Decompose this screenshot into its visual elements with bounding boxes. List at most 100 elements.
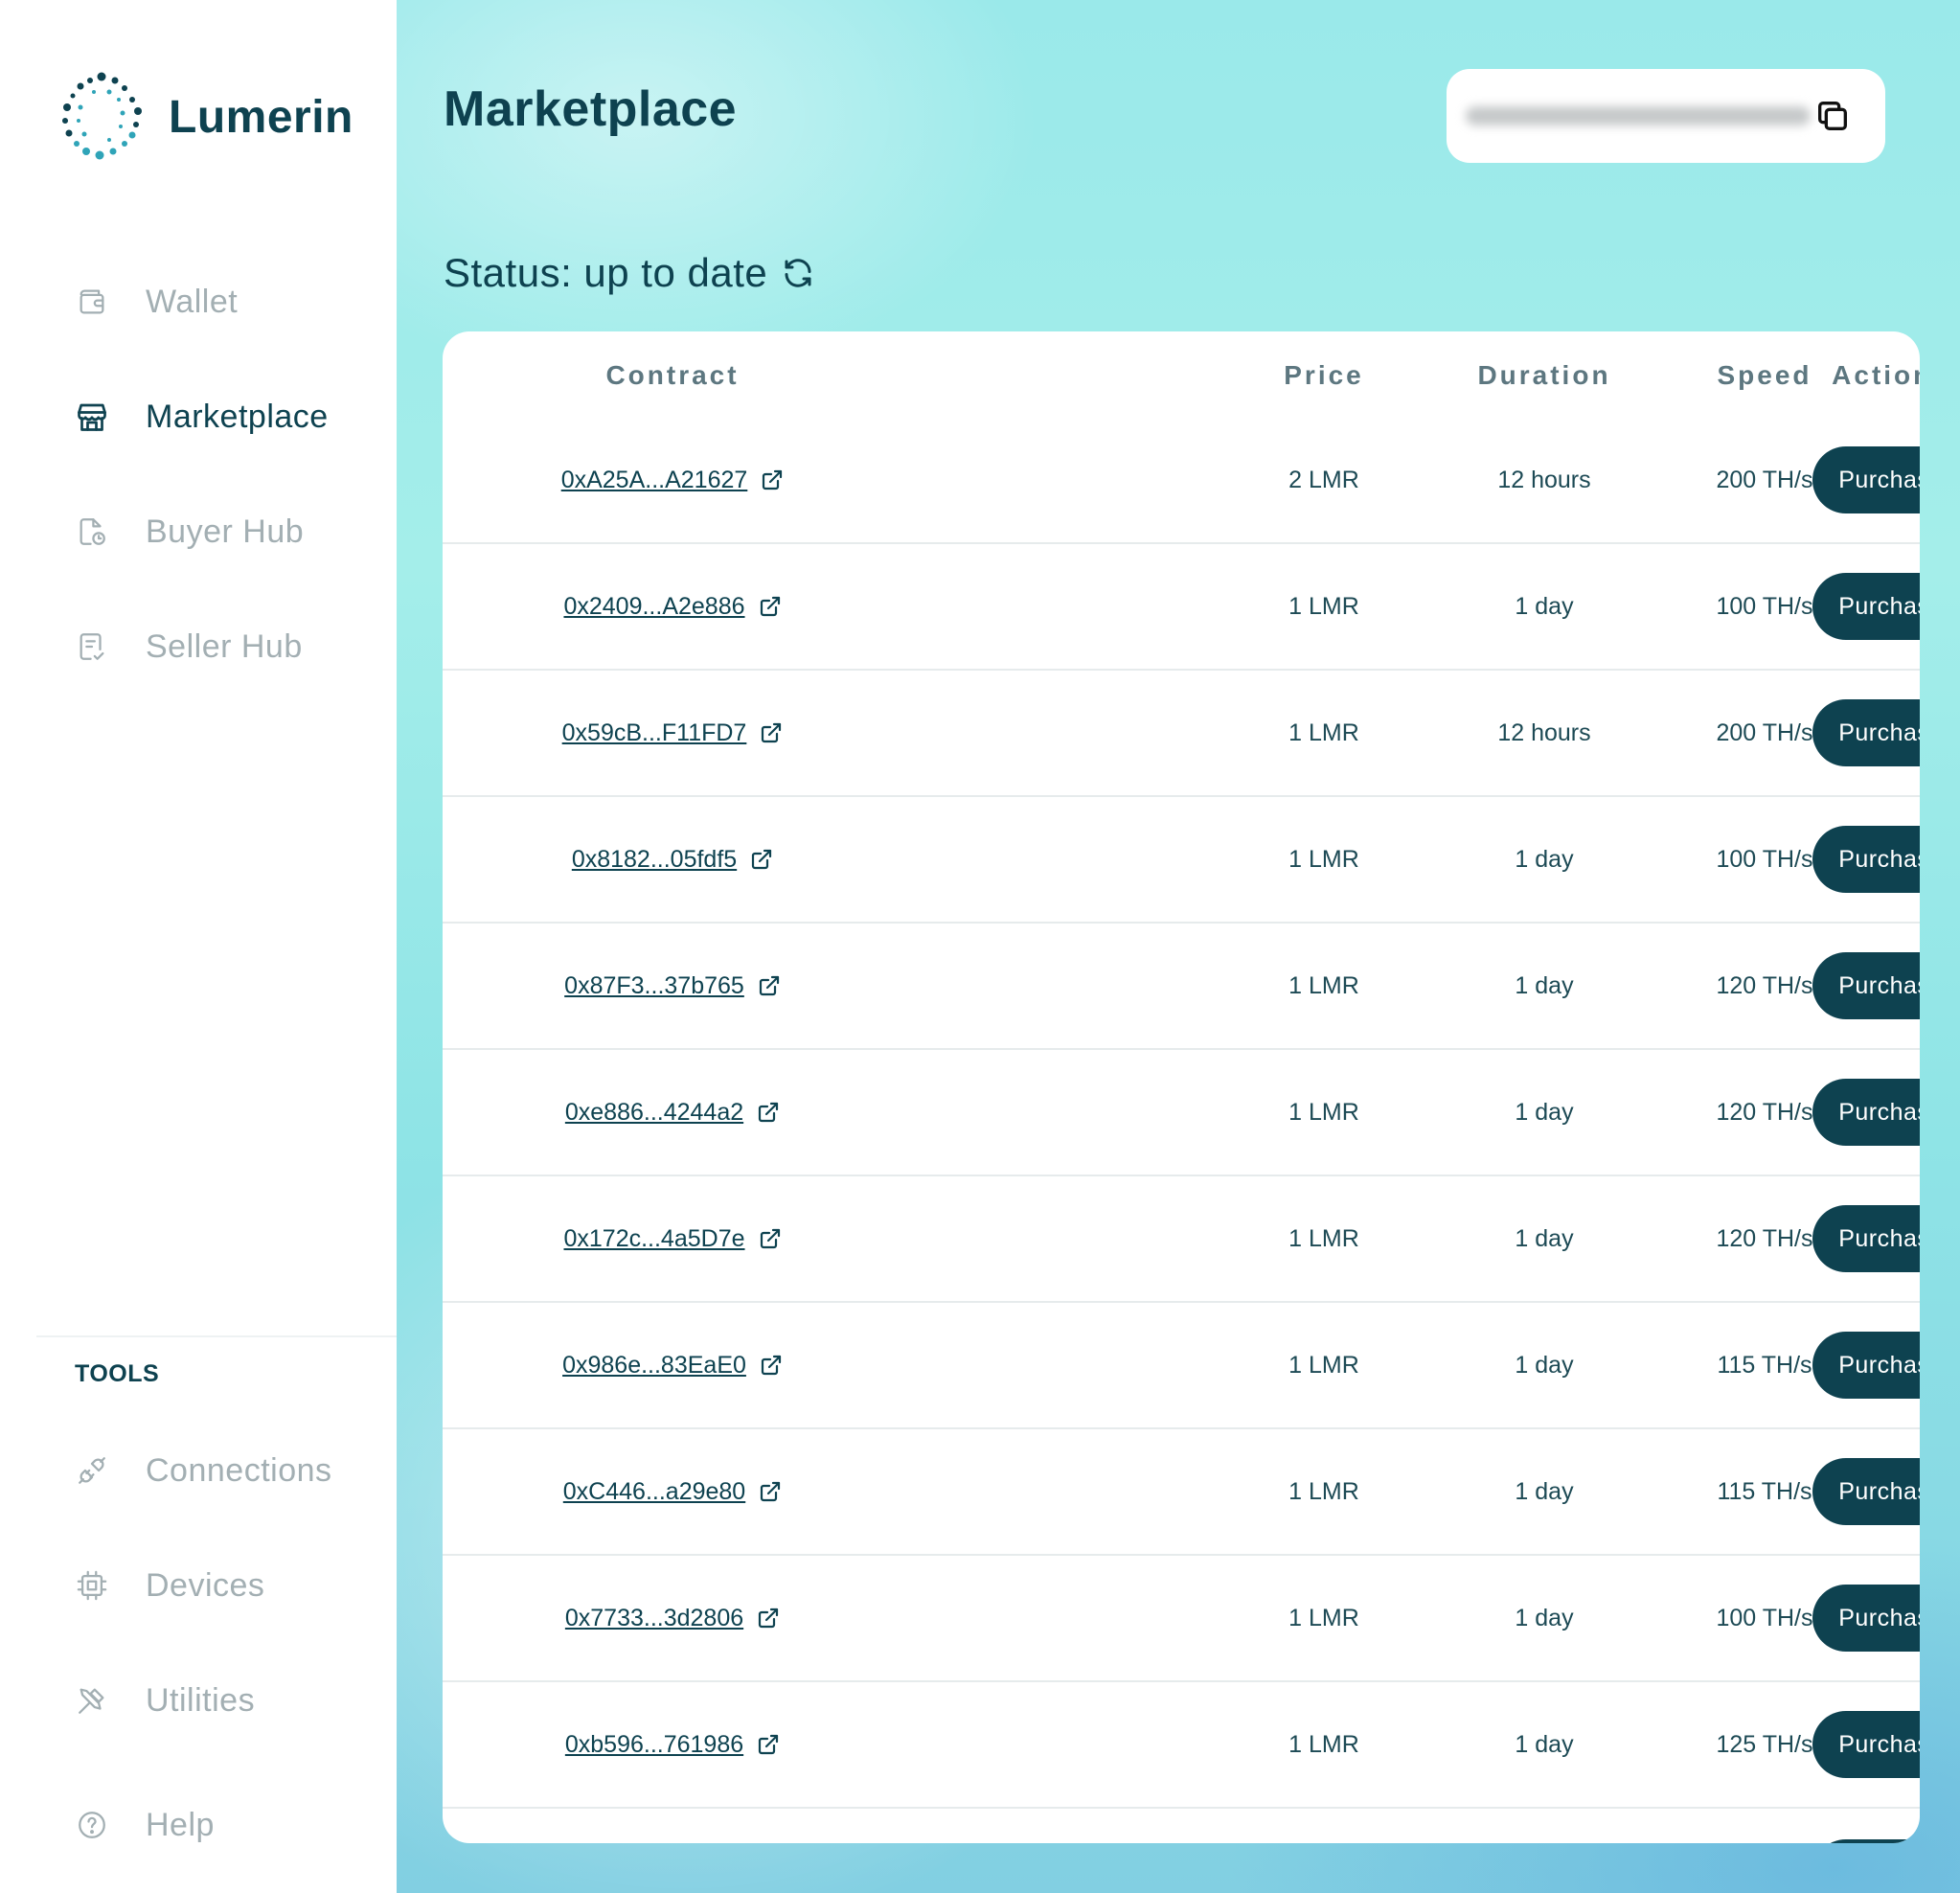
cell-duration: 1 day	[1515, 1351, 1574, 1379]
contract-link[interactable]: 0x8182...05fdf5	[572, 846, 773, 874]
help-icon	[73, 1806, 111, 1844]
brand-name: Lumerin	[169, 91, 353, 143]
seller-hub-icon	[73, 627, 111, 666]
cell-price: 1 LMR	[1288, 592, 1359, 620]
purchase-button[interactable]: Purchase	[1812, 826, 1920, 893]
page-title: Marketplace	[444, 81, 738, 137]
cell-contract: 0x172c...4a5D7e	[481, 1176, 864, 1301]
contract-link[interactable]: 0xb596...761986	[565, 1731, 780, 1759]
contract-address: 0x87F3...37b765	[564, 971, 744, 999]
cell-contract: 0xe886...4244a2	[481, 1050, 864, 1175]
copy-icon	[1818, 102, 1847, 130]
purchase-button[interactable]: Purchase	[1812, 1205, 1920, 1272]
table-row-partial	[1812, 1839, 1920, 1843]
contract-link[interactable]: 0x172c...4a5D7e	[563, 1225, 781, 1253]
lumerin-logo-icon	[62, 72, 142, 160]
contract-link[interactable]: 0x7733...3d2806	[565, 1605, 780, 1632]
external-link-icon	[761, 468, 784, 491]
sidebar-item-utilities[interactable]: Utilities	[73, 1672, 255, 1729]
cell-contract: 0xA25A...A21627	[481, 418, 864, 542]
table-row: 0x8182...05fdf51 LMR1 day100 TH/sPurchas…	[443, 797, 1920, 924]
contract-link[interactable]: 0x2409...A2e886	[563, 593, 781, 621]
cell-actions: Purchase	[1632, 924, 1920, 1048]
purchase-button[interactable]: Purchase	[1812, 1711, 1920, 1778]
table-row: 0xC446...a29e801 LMR1 day115 TH/sPurchas…	[443, 1429, 1920, 1556]
cell-price: 1 LMR	[1288, 1604, 1359, 1631]
cell-actions: Purchase	[1632, 1429, 1920, 1554]
logo[interactable]: Lumerin	[56, 69, 353, 165]
cell-duration: 1 day	[1515, 1604, 1574, 1631]
sidebar-item-label: Utilities	[146, 1681, 256, 1719]
sidebar-item-seller-hub[interactable]: Seller Hub	[73, 618, 303, 675]
external-link-icon	[757, 1101, 780, 1124]
sidebar-item-label: Buyer Hub	[146, 513, 305, 550]
status-text: Status: up to date	[444, 250, 768, 295]
cell-duration: 1 day	[1515, 592, 1574, 620]
external-link-icon	[760, 1354, 783, 1377]
contract-link[interactable]: 0xC446...a29e80	[563, 1478, 782, 1506]
cell-contract: 0x2409...A2e886	[481, 544, 864, 669]
sidebar: Lumerin Wallet Marketplace Buyer Hub Sel…	[0, 0, 397, 1893]
column-header-price: Price	[1284, 360, 1364, 390]
purchase-button[interactable]: Purchase	[1812, 1332, 1920, 1399]
contract-address: 0x8182...05fdf5	[571, 845, 738, 873]
copy-address-button[interactable]	[1811, 94, 1855, 138]
sidebar-item-label: Connections	[146, 1451, 332, 1489]
sidebar-item-connections[interactable]: Connections	[73, 1442, 332, 1499]
sidebar-item-wallet[interactable]: Wallet	[73, 273, 238, 331]
cell-actions: Purchase	[1632, 1682, 1920, 1807]
sidebar-item-marketplace[interactable]: Marketplace	[73, 388, 329, 445]
contract-link[interactable]: 0xe886...4244a2	[565, 1099, 780, 1127]
contract-link[interactable]: 0x59cB...F11FD7	[562, 719, 784, 747]
tools-section-title: TOOLS	[75, 1360, 160, 1387]
table-row: 0x87F3...37b7651 LMR1 day120 TH/sPurchas…	[443, 924, 1920, 1050]
purchase-button[interactable]: Purchase	[1812, 1585, 1920, 1652]
purchase-button[interactable]: Purchase	[1812, 446, 1920, 513]
cell-duration: 1 day	[1515, 1730, 1574, 1758]
cell-price: 1 LMR	[1288, 1730, 1359, 1758]
wallet-address-box	[1447, 69, 1885, 163]
external-link-icon	[759, 595, 782, 618]
contract-address: 0x986e...83EaE0	[562, 1351, 746, 1379]
table-row: 0x59cB...F11FD7 1 LMR 12 hours 200 TH/s Purc…	[443, 671, 1920, 797]
purchase-button[interactable]: Purchase	[1812, 699, 1920, 766]
external-link-icon	[757, 1607, 780, 1630]
contract-address: 0xb596...761986	[564, 1730, 744, 1758]
wallet-address-redacted	[1466, 106, 1811, 125]
sidebar-item-help[interactable]: Help	[73, 1796, 215, 1854]
purchase-button[interactable]: Purchase	[1812, 573, 1920, 640]
sidebar-item-devices[interactable]: Devices	[73, 1557, 264, 1614]
contract-link[interactable]: 0xA25A...A21627	[561, 467, 785, 494]
cell-actions: Purchase	[1632, 1556, 1920, 1680]
contract-link[interactable]: 0x986e...83EaE0	[562, 1352, 783, 1380]
cell-contract: 0x59cB...F11FD7	[481, 671, 864, 795]
column-header-duration: Duration	[1477, 360, 1611, 390]
sidebar-item-label: Marketplace	[146, 398, 329, 435]
contract-link[interactable]: 0x87F3...37b765	[564, 972, 781, 1000]
contract-address: 0xA25A...A21627	[560, 466, 748, 493]
purchase-button[interactable]: Purchase	[1812, 1079, 1920, 1146]
refresh-icon[interactable]	[781, 254, 819, 292]
cell-price: 1 LMR	[1288, 971, 1359, 999]
contracts-table: Contract Price Duration Speed Actions 0x…	[443, 331, 1920, 1843]
cell-actions: Purchase	[1632, 1050, 1920, 1175]
sidebar-item-label: Wallet	[146, 283, 239, 320]
external-link-icon	[750, 848, 773, 871]
plug-icon	[73, 1451, 111, 1490]
cell-duration: 1 day	[1515, 1477, 1574, 1505]
sidebar-item-label: Seller Hub	[146, 627, 303, 665]
contract-address: 0xe886...4244a2	[564, 1098, 744, 1126]
purchase-button[interactable]: Purchase	[1812, 952, 1920, 1019]
cell-duration: 12 hours	[1497, 718, 1591, 746]
cell-contract: 0x7733...3d2806	[481, 1556, 864, 1680]
table-row: 0xb596...7619861 LMR1 day125 TH/sPurchas…	[443, 1682, 1920, 1809]
cell-duration: 1 day	[1515, 845, 1574, 873]
sidebar-item-buyer-hub[interactable]: Buyer Hub	[73, 503, 304, 560]
purchase-button[interactable]: Purchase	[1812, 1458, 1920, 1525]
table-row: 0xe886...4244a21 LMR1 day120 TH/sPurchas…	[443, 1050, 1920, 1176]
sidebar-divider	[36, 1335, 397, 1337]
contract-address: 0x2409...A2e886	[563, 592, 745, 620]
table-row: 0x2409...A2e8861 LMR1 day100 TH/sPurchas…	[443, 544, 1920, 671]
cell-actions: Purchase	[1632, 1303, 1920, 1427]
cell-price: 1 LMR	[1288, 845, 1359, 873]
